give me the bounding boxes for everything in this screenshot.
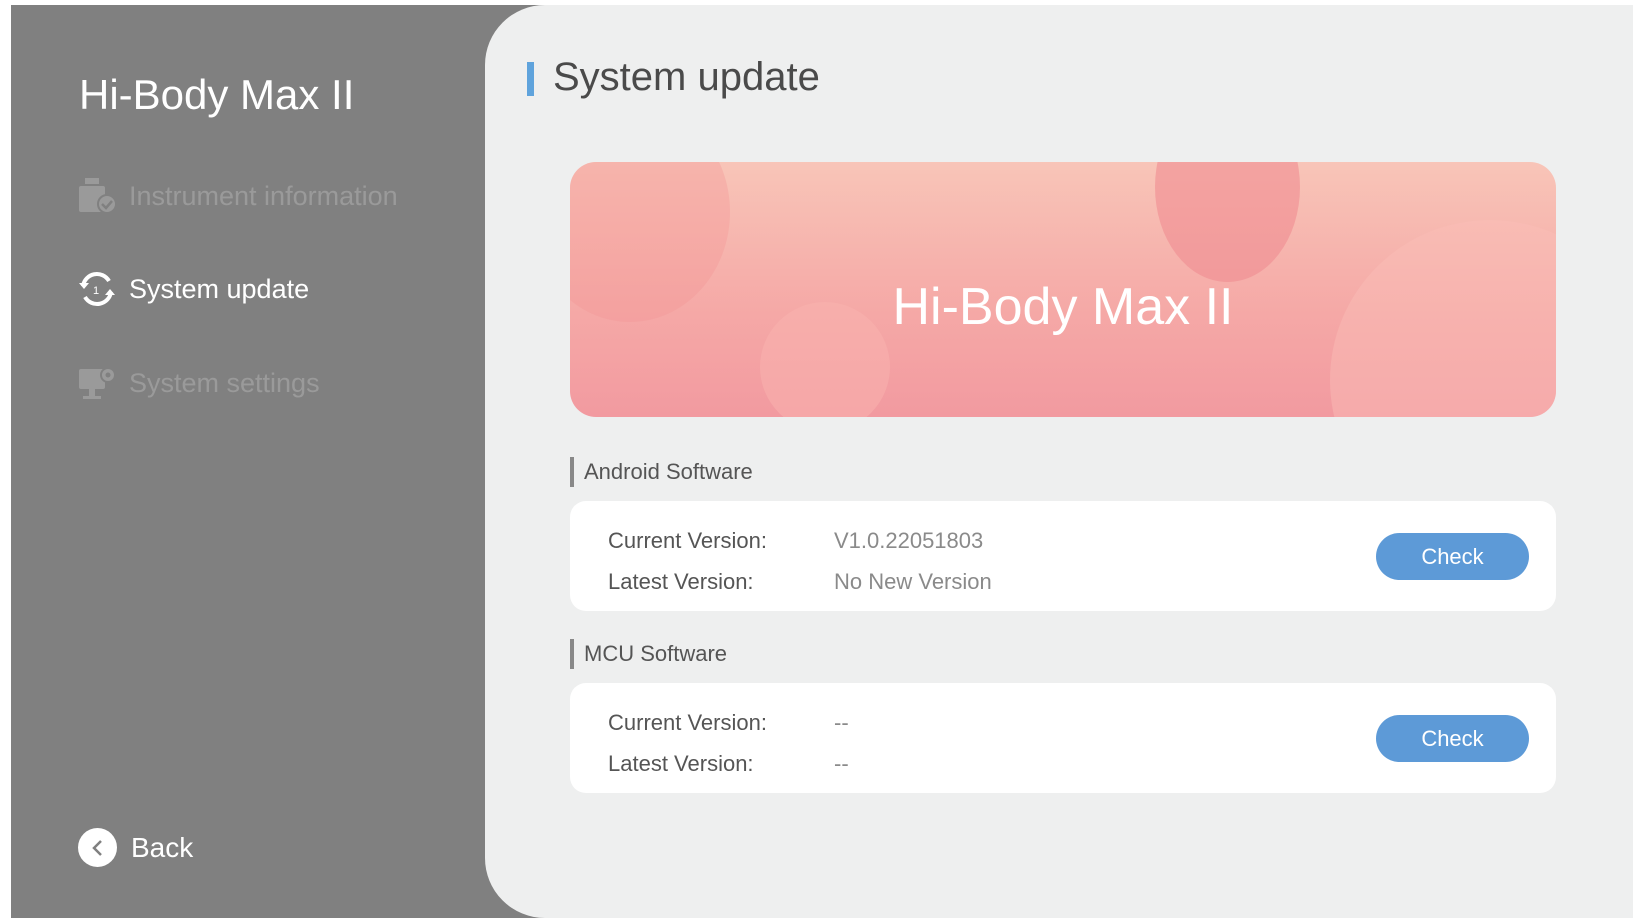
- system-settings-icon: [77, 363, 117, 403]
- current-version-label: Current Version:: [608, 528, 767, 553]
- main-panel: System update Hi-Body Max II Android Sof…: [485, 5, 1633, 918]
- current-version-value: V1.0.22051803: [834, 528, 984, 553]
- android-software-card: Current Version: V1.0.22051803 Latest Ver…: [570, 501, 1556, 611]
- instrument-info-icon: [77, 176, 117, 216]
- current-version-row: Current Version: --: [608, 710, 849, 736]
- section-accent-bar: [570, 639, 574, 669]
- section-title: MCU Software: [584, 641, 728, 666]
- chevron-left-icon: [78, 828, 117, 867]
- sidebar-item-system-update[interactable]: 1 System update: [77, 267, 309, 311]
- android-check-button[interactable]: Check: [1376, 533, 1529, 580]
- latest-version-label: Latest Version:: [608, 751, 754, 776]
- sidebar-item-label: System update: [129, 273, 310, 304]
- latest-version-row: Latest Version: No New Version: [608, 569, 992, 595]
- screen: Hi-Body Max II Instrument information 1 …: [11, 5, 1633, 918]
- banner-bubble: [1155, 162, 1300, 282]
- svg-text:1: 1: [93, 285, 99, 297]
- section-label-mcu: MCU Software: [570, 639, 727, 669]
- sidebar-item-system-settings[interactable]: System settings: [77, 361, 320, 405]
- back-label: Back: [131, 831, 194, 863]
- current-version-label: Current Version:: [608, 710, 767, 735]
- product-banner: Hi-Body Max II: [570, 162, 1556, 417]
- back-button[interactable]: Back: [78, 828, 193, 867]
- sidebar-item-label: System settings: [129, 367, 320, 398]
- latest-version-value: No New Version: [834, 569, 992, 594]
- current-version-row: Current Version: V1.0.22051803: [608, 528, 983, 554]
- mcu-check-button[interactable]: Check: [1376, 715, 1529, 762]
- current-version-value: --: [834, 710, 849, 735]
- app-title: Hi-Body Max II: [79, 71, 355, 118]
- latest-version-label: Latest Version:: [608, 569, 754, 594]
- latest-version-row: Latest Version: --: [608, 751, 849, 777]
- sidebar-item-instrument-information[interactable]: Instrument information: [77, 174, 398, 218]
- banner-title: Hi-Body Max II: [892, 278, 1234, 336]
- latest-version-value: --: [834, 751, 849, 776]
- title-accent-bar: [527, 62, 534, 96]
- system-update-icon: 1: [77, 269, 117, 309]
- sidebar-item-label: Instrument information: [129, 180, 398, 211]
- page-title: System update: [553, 55, 820, 99]
- section-title: Android Software: [584, 459, 753, 484]
- mcu-software-card: Current Version: -- Latest Version: -- Che…: [570, 683, 1556, 793]
- sidebar: Hi-Body Max II Instrument information 1 …: [11, 5, 511, 918]
- section-label-android: Android Software: [570, 457, 753, 487]
- section-accent-bar: [570, 457, 574, 487]
